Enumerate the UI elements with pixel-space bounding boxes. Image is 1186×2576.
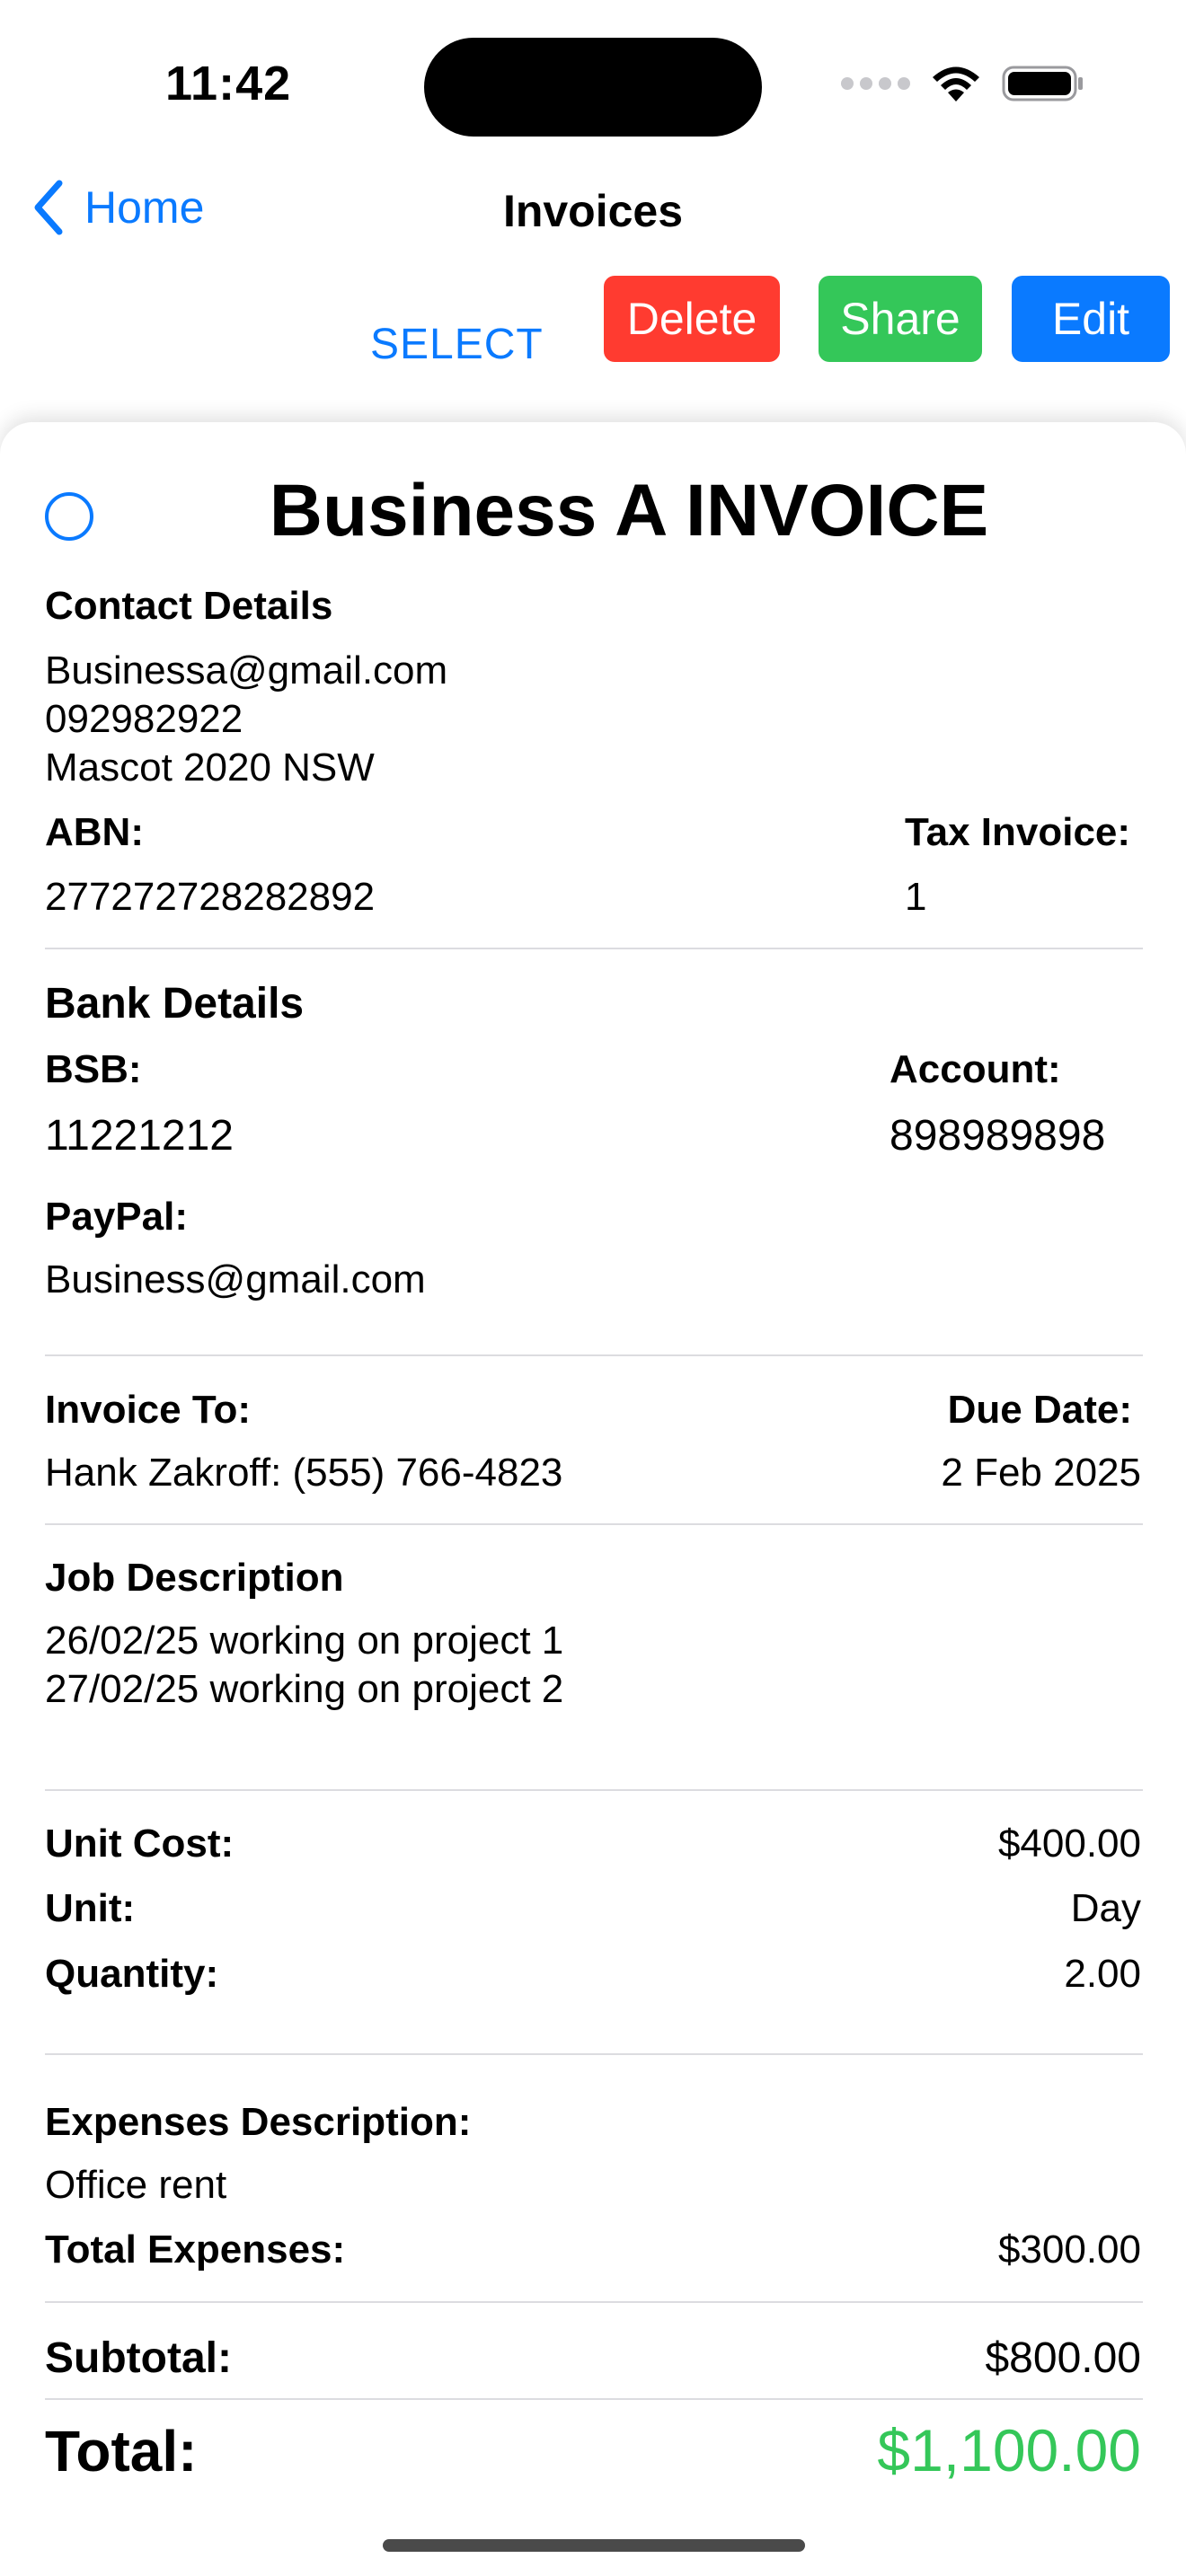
total-value: $1,100.00 <box>877 2417 1141 2483</box>
expenses-heading: Expenses Description: <box>45 2100 472 2144</box>
total-label: Total: <box>45 2419 198 2483</box>
subtotal-label: Subtotal: <box>45 2334 232 2382</box>
due-date-value: 2 Feb 2025 <box>941 1451 1141 1495</box>
dynamic-island <box>424 38 762 137</box>
cellular-dots-icon <box>841 77 910 90</box>
divider <box>45 1354 1143 1356</box>
divider <box>45 2301 1143 2303</box>
bsb-value: 11221212 <box>45 1112 234 1160</box>
invoices-screen: 11:42 Home Invoices SELECT Delete Share … <box>0 0 1186 2576</box>
contact-heading: Contact Details <box>45 584 333 628</box>
due-date-label: Due Date: <box>947 1388 1132 1432</box>
unit-cost-value: $400.00 <box>997 1822 1141 1866</box>
abn-value: 277272728282892 <box>45 875 376 919</box>
job-line: 27/02/25 working on project 2 <box>45 1667 564 1711</box>
select-button[interactable]: SELECT <box>370 320 544 369</box>
divider <box>45 1789 1143 1791</box>
delete-button[interactable]: Delete <box>604 276 780 362</box>
unit-label: Unit: <box>45 1886 136 1930</box>
quantity-label: Quantity: <box>45 1952 219 1996</box>
contact-address: Mascot 2020 NSW <box>45 745 375 790</box>
divider <box>45 2398 1143 2400</box>
divider <box>45 1523 1143 1525</box>
paypal-value: Business@gmail.com <box>45 1257 426 1301</box>
paypal-label: PayPal: <box>45 1195 188 1239</box>
tax-invoice-label: Tax Invoice: <box>905 810 1131 854</box>
unit-cost-label: Unit Cost: <box>45 1822 235 1866</box>
edit-button[interactable]: Edit <box>1012 276 1170 362</box>
invoice-to-label: Invoice To: <box>45 1388 251 1432</box>
battery-icon <box>1002 66 1083 101</box>
account-label: Account: <box>890 1047 1061 1091</box>
invoice-to-value: Hank Zakroff: (555) 766-4823 <box>45 1451 563 1495</box>
divider <box>45 2053 1143 2055</box>
invoice-title: Business A INVOICE <box>269 470 989 551</box>
wifi-icon <box>933 66 979 101</box>
expenses-description: Office rent <box>45 2163 227 2207</box>
subtotal-value: $800.00 <box>985 2334 1141 2382</box>
share-button[interactable]: Share <box>819 276 982 362</box>
quantity-value: 2.00 <box>1064 1952 1141 1996</box>
total-expenses-label: Total Expenses: <box>45 2228 346 2272</box>
status-icons <box>841 61 1084 106</box>
tax-invoice-value: 1 <box>905 875 927 919</box>
home-indicator[interactable] <box>383 2539 805 2552</box>
contact-email: Businessa@gmail.com <box>45 648 448 693</box>
job-lines: 26/02/25 working on project 1 27/02/25 w… <box>45 1617 563 1714</box>
bsb-label: BSB: <box>45 1047 142 1091</box>
abn-label: ABN: <box>45 810 144 854</box>
divider <box>45 948 1143 949</box>
status-time: 11:42 <box>165 57 292 110</box>
job-heading: Job Description <box>45 1556 344 1600</box>
unit-value: Day <box>1070 1886 1141 1930</box>
nav-title: Invoices <box>502 186 684 236</box>
contact-phone: 092982922 <box>45 697 243 741</box>
total-expenses-value: $300.00 <box>997 2228 1141 2272</box>
job-line: 26/02/25 working on project 1 <box>45 1619 564 1663</box>
account-value: 898989898 <box>890 1112 1106 1160</box>
contact-details: Businessa@gmail.com 092982922 Mascot 202… <box>45 647 447 792</box>
bank-heading: Bank Details <box>45 980 305 1028</box>
